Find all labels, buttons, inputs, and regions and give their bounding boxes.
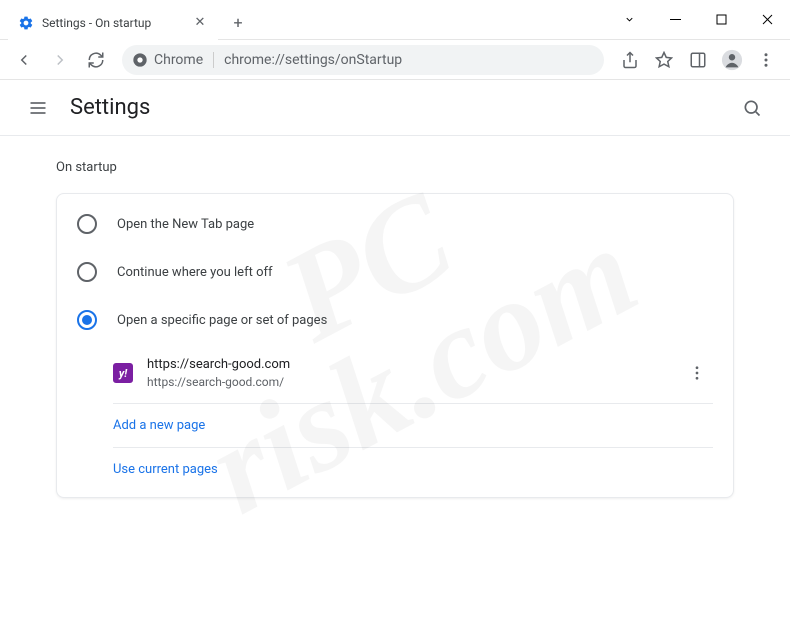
page-row-title: https://search-good.com xyxy=(147,356,290,374)
settings-header: Settings xyxy=(0,80,790,136)
new-tab-button[interactable]: + xyxy=(224,9,252,37)
profile-icon[interactable] xyxy=(716,44,748,76)
site-chip: Chrome xyxy=(132,52,214,68)
site-chip-label: Chrome xyxy=(154,52,203,68)
back-button[interactable] xyxy=(8,44,40,76)
radio-label: Open a specific page or set of pages xyxy=(117,313,327,328)
forward-button[interactable] xyxy=(44,44,76,76)
radio-label: Continue where you left off xyxy=(117,265,273,280)
browser-tab[interactable]: Settings - On startup ✕ xyxy=(8,6,218,40)
side-panel-icon[interactable] xyxy=(682,44,714,76)
pages-subsection: y! https://search-good.com https://searc… xyxy=(113,344,713,491)
browser-toolbar: Chrome chrome://settings/onStartup xyxy=(0,40,790,80)
url-text: chrome://settings/onStartup xyxy=(224,52,402,68)
settings-content: On startup Open the New Tab page Continu… xyxy=(0,136,790,522)
radio-option-new-tab[interactable]: Open the New Tab page xyxy=(57,200,733,248)
gear-icon xyxy=(18,15,34,31)
radio-option-specific-pages[interactable]: Open a specific page or set of pages xyxy=(57,296,733,344)
close-tab-icon[interactable]: ✕ xyxy=(192,15,208,31)
tab-title: Settings - On startup xyxy=(42,16,151,30)
radio-icon xyxy=(77,310,97,330)
search-icon[interactable] xyxy=(732,88,772,128)
page-title: Settings xyxy=(70,95,150,120)
close-window-button[interactable] xyxy=(744,0,790,39)
reload-button[interactable] xyxy=(80,44,112,76)
minimize-button[interactable] xyxy=(652,0,698,39)
maximize-button[interactable] xyxy=(698,0,744,39)
more-actions-button[interactable] xyxy=(681,357,713,389)
hamburger-menu-button[interactable] xyxy=(18,88,58,128)
radio-icon xyxy=(77,214,97,234)
menu-icon[interactable] xyxy=(750,44,782,76)
bookmark-icon[interactable] xyxy=(648,44,680,76)
startup-card: Open the New Tab page Continue where you… xyxy=(56,193,734,498)
add-page-link[interactable]: Add a new page xyxy=(113,404,713,447)
chevron-down-icon[interactable] xyxy=(606,0,652,39)
address-bar[interactable]: Chrome chrome://settings/onStartup xyxy=(122,45,604,75)
page-row-url: https://search-good.com/ xyxy=(147,374,290,391)
radio-option-continue[interactable]: Continue where you left off xyxy=(57,248,733,296)
page-favicon: y! xyxy=(113,363,133,383)
radio-label: Open the New Tab page xyxy=(117,217,254,232)
use-current-pages-link[interactable]: Use current pages xyxy=(113,448,713,491)
page-info: https://search-good.com https://search-g… xyxy=(147,356,290,391)
window-controls xyxy=(606,0,790,39)
share-icon[interactable] xyxy=(614,44,646,76)
section-title: On startup xyxy=(56,160,734,175)
radio-icon xyxy=(77,262,97,282)
window-titlebar: Settings - On startup ✕ + xyxy=(0,0,790,40)
startup-page-row: y! https://search-good.com https://searc… xyxy=(113,344,713,403)
